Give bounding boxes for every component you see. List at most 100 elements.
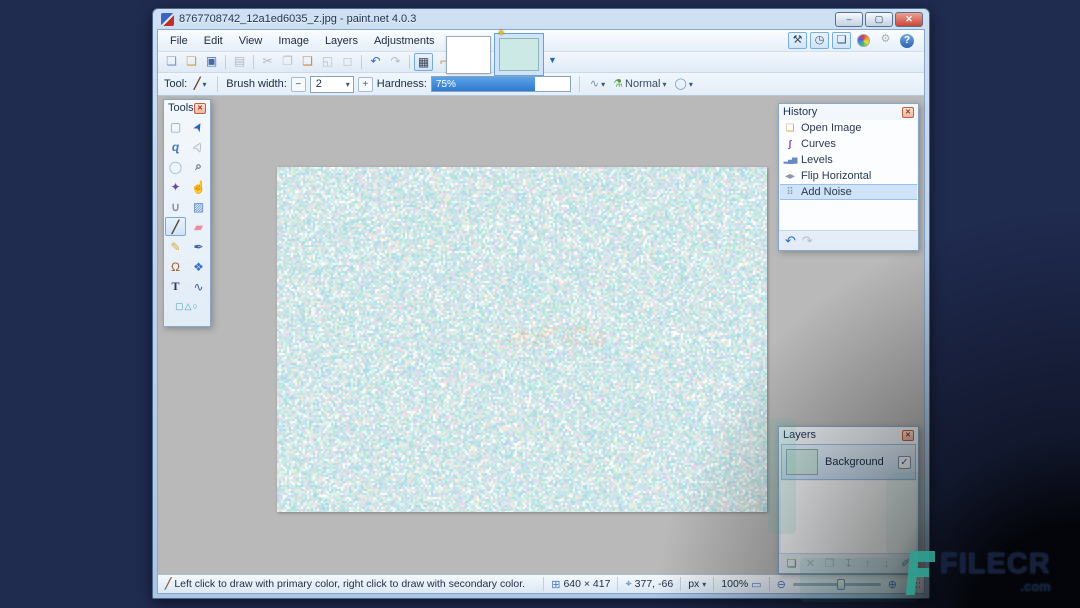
grid-toggle-button[interactable]: ▦: [414, 53, 433, 71]
image-list-dropdown-icon[interactable]: ▼: [548, 55, 557, 65]
open-button[interactable]: ❏: [182, 53, 201, 71]
tool-shapes[interactable]: ▢△○: [165, 297, 209, 316]
colors-window-toggle-icon[interactable]: [857, 34, 870, 47]
help-icon[interactable]: ?: [900, 34, 914, 48]
brush-width-decrease-button[interactable]: −: [291, 77, 306, 92]
menu-file[interactable]: File: [162, 32, 196, 50]
toolbar-separator: [253, 55, 254, 69]
tool-color-picker[interactable]: ✒: [188, 237, 209, 256]
antialiasing-dropdown[interactable]: ◯ ▾: [673, 75, 695, 93]
hardness-slider[interactable]: 75%: [431, 76, 571, 92]
layers-window-toggle-icon[interactable]: ❏: [832, 32, 851, 49]
units-dropdown[interactable]: px ▾: [680, 577, 713, 591]
close-icon[interactable]: ✕: [902, 430, 914, 441]
layers-empty-area: [781, 481, 916, 553]
smoothing-dropdown[interactable]: ∿ ▾: [588, 75, 607, 93]
tools-window-toggle-icon[interactable]: ⚒: [788, 32, 807, 49]
history-item-add-noise[interactable]: ⠿ Add Noise: [780, 184, 917, 200]
close-icon[interactable]: ✕: [902, 107, 914, 118]
merge-layer-down-button[interactable]: ↧: [842, 557, 855, 570]
menu-layers[interactable]: Layers: [317, 32, 366, 50]
add-layer-button[interactable]: ❏: [785, 557, 798, 570]
paste-button[interactable]: ❑: [298, 53, 317, 71]
history-item-levels[interactable]: ▂▄▆ Levels: [780, 152, 917, 168]
menu-edit[interactable]: Edit: [196, 32, 231, 50]
maximize-button[interactable]: ▢: [865, 12, 893, 27]
menu-image[interactable]: Image: [270, 32, 317, 50]
layers-palette-title: Layers: [783, 429, 816, 441]
tool-magic-wand[interactable]: ✦: [165, 177, 186, 196]
move-layer-up-button[interactable]: ↑: [861, 558, 874, 570]
zoom-to-window-button[interactable]: ▭: [751, 578, 761, 591]
tool-hint-icon: ╱: [165, 578, 171, 590]
tools-palette-titlebar[interactable]: Tools ✕: [164, 100, 210, 116]
levels-icon: ▂▄▆: [783, 156, 797, 164]
tool-move-selection[interactable]: ➤: [188, 137, 209, 156]
cursor-position-value: 377, -66: [635, 578, 674, 590]
brush-width-combo[interactable]: 2 ▾: [310, 76, 354, 93]
history-redo-button[interactable]: ↷: [802, 233, 813, 249]
minimize-button[interactable]: –: [835, 12, 863, 27]
history-item-flip-horizontal[interactable]: ◂▸ Flip Horizontal: [780, 168, 917, 184]
tool-zoom[interactable]: ⌕: [188, 157, 209, 176]
tool-recolor[interactable]: ❖: [188, 257, 209, 276]
tool-paintbrush[interactable]: ╱: [165, 217, 186, 236]
save-button[interactable]: ▣: [202, 53, 221, 71]
close-icon[interactable]: ✕: [194, 103, 206, 114]
tool-lasso-select[interactable]: ɋ: [165, 137, 186, 156]
layers-palette-titlebar[interactable]: Layers ✕: [779, 427, 918, 443]
tool-eraser[interactable]: ▰: [188, 217, 209, 236]
history-window-toggle-icon[interactable]: ◷: [810, 32, 829, 49]
undo-button[interactable]: ↶: [366, 53, 385, 71]
move-layer-down-button[interactable]: ↓: [880, 558, 893, 570]
tool-move-selected-pixels[interactable]: ➤: [188, 117, 209, 136]
duplicate-layer-button[interactable]: ❐: [823, 557, 836, 570]
history-undo-button[interactable]: ↶: [785, 233, 796, 249]
blend-mode-icon: ⚗: [613, 76, 623, 93]
history-palette-titlebar[interactable]: History ✕: [779, 104, 918, 120]
zoom-in-button[interactable]: ⊕: [888, 578, 897, 591]
zoom-out-button[interactable]: ⊖: [777, 578, 786, 591]
tool-clone-stamp[interactable]: Ω: [165, 257, 186, 276]
color-picker-icon: ✒: [193, 240, 203, 254]
redo-button[interactable]: ↷: [386, 53, 405, 71]
new-button[interactable]: ❏: [162, 53, 181, 71]
tool-pan[interactable]: ☝: [188, 177, 209, 196]
layer-row-background[interactable]: Background ✓: [781, 444, 916, 480]
tool-paint-bucket[interactable]: ∪: [165, 197, 186, 216]
cut-button[interactable]: ✂: [258, 53, 277, 71]
blend-mode-dropdown[interactable]: ⚗ Normal ▾: [611, 75, 668, 93]
close-button[interactable]: ✕: [895, 12, 923, 27]
settings-icon[interactable]: ⚙: [876, 32, 895, 49]
active-tool-dropdown[interactable]: ╱ ▾: [191, 75, 209, 93]
paintbrush-icon: ╱: [194, 76, 201, 93]
zoom-slider-thumb[interactable]: [837, 579, 845, 590]
crop-button[interactable]: ◱: [318, 53, 337, 71]
history-item-label: Open Image: [801, 122, 862, 134]
image-tab-thumbnail: [499, 38, 539, 71]
tool-rectangle-select[interactable]: ▢: [165, 117, 186, 136]
image-tab-inactive[interactable]: [446, 36, 491, 74]
print-button[interactable]: ▤: [230, 53, 249, 71]
document-canvas[interactable]: [277, 167, 767, 512]
tool-text[interactable]: T: [165, 277, 186, 296]
tool-line-curve[interactable]: ∿: [188, 277, 209, 296]
tool-pencil[interactable]: ✎: [165, 237, 186, 256]
delete-layer-button[interactable]: ✕: [804, 557, 817, 570]
image-tab-active[interactable]: ✦: [494, 33, 544, 76]
layer-visibility-checkbox[interactable]: ✓: [898, 456, 911, 469]
hardness-label: Hardness:: [377, 78, 427, 90]
tool-gradient[interactable]: ▨: [188, 197, 209, 216]
history-item-curves[interactable]: ∫ Curves: [780, 136, 917, 152]
history-item-label: Curves: [801, 138, 836, 150]
history-item-open-image[interactable]: ❏ Open Image: [780, 120, 917, 136]
brush-width-increase-button[interactable]: +: [358, 77, 373, 92]
deselect-button[interactable]: ◻: [338, 53, 357, 71]
menu-adjustments[interactable]: Adjustments: [366, 32, 443, 50]
tool-ellipse-select[interactable]: ◯: [165, 157, 186, 176]
copy-button[interactable]: ❐: [278, 53, 297, 71]
zoom-slider[interactable]: [793, 583, 881, 586]
menu-view[interactable]: View: [231, 32, 271, 50]
eraser-icon: ▰: [194, 220, 203, 234]
title-bar[interactable]: 8767708742_12a1ed6035_z.jpg - paint.net …: [153, 9, 929, 29]
